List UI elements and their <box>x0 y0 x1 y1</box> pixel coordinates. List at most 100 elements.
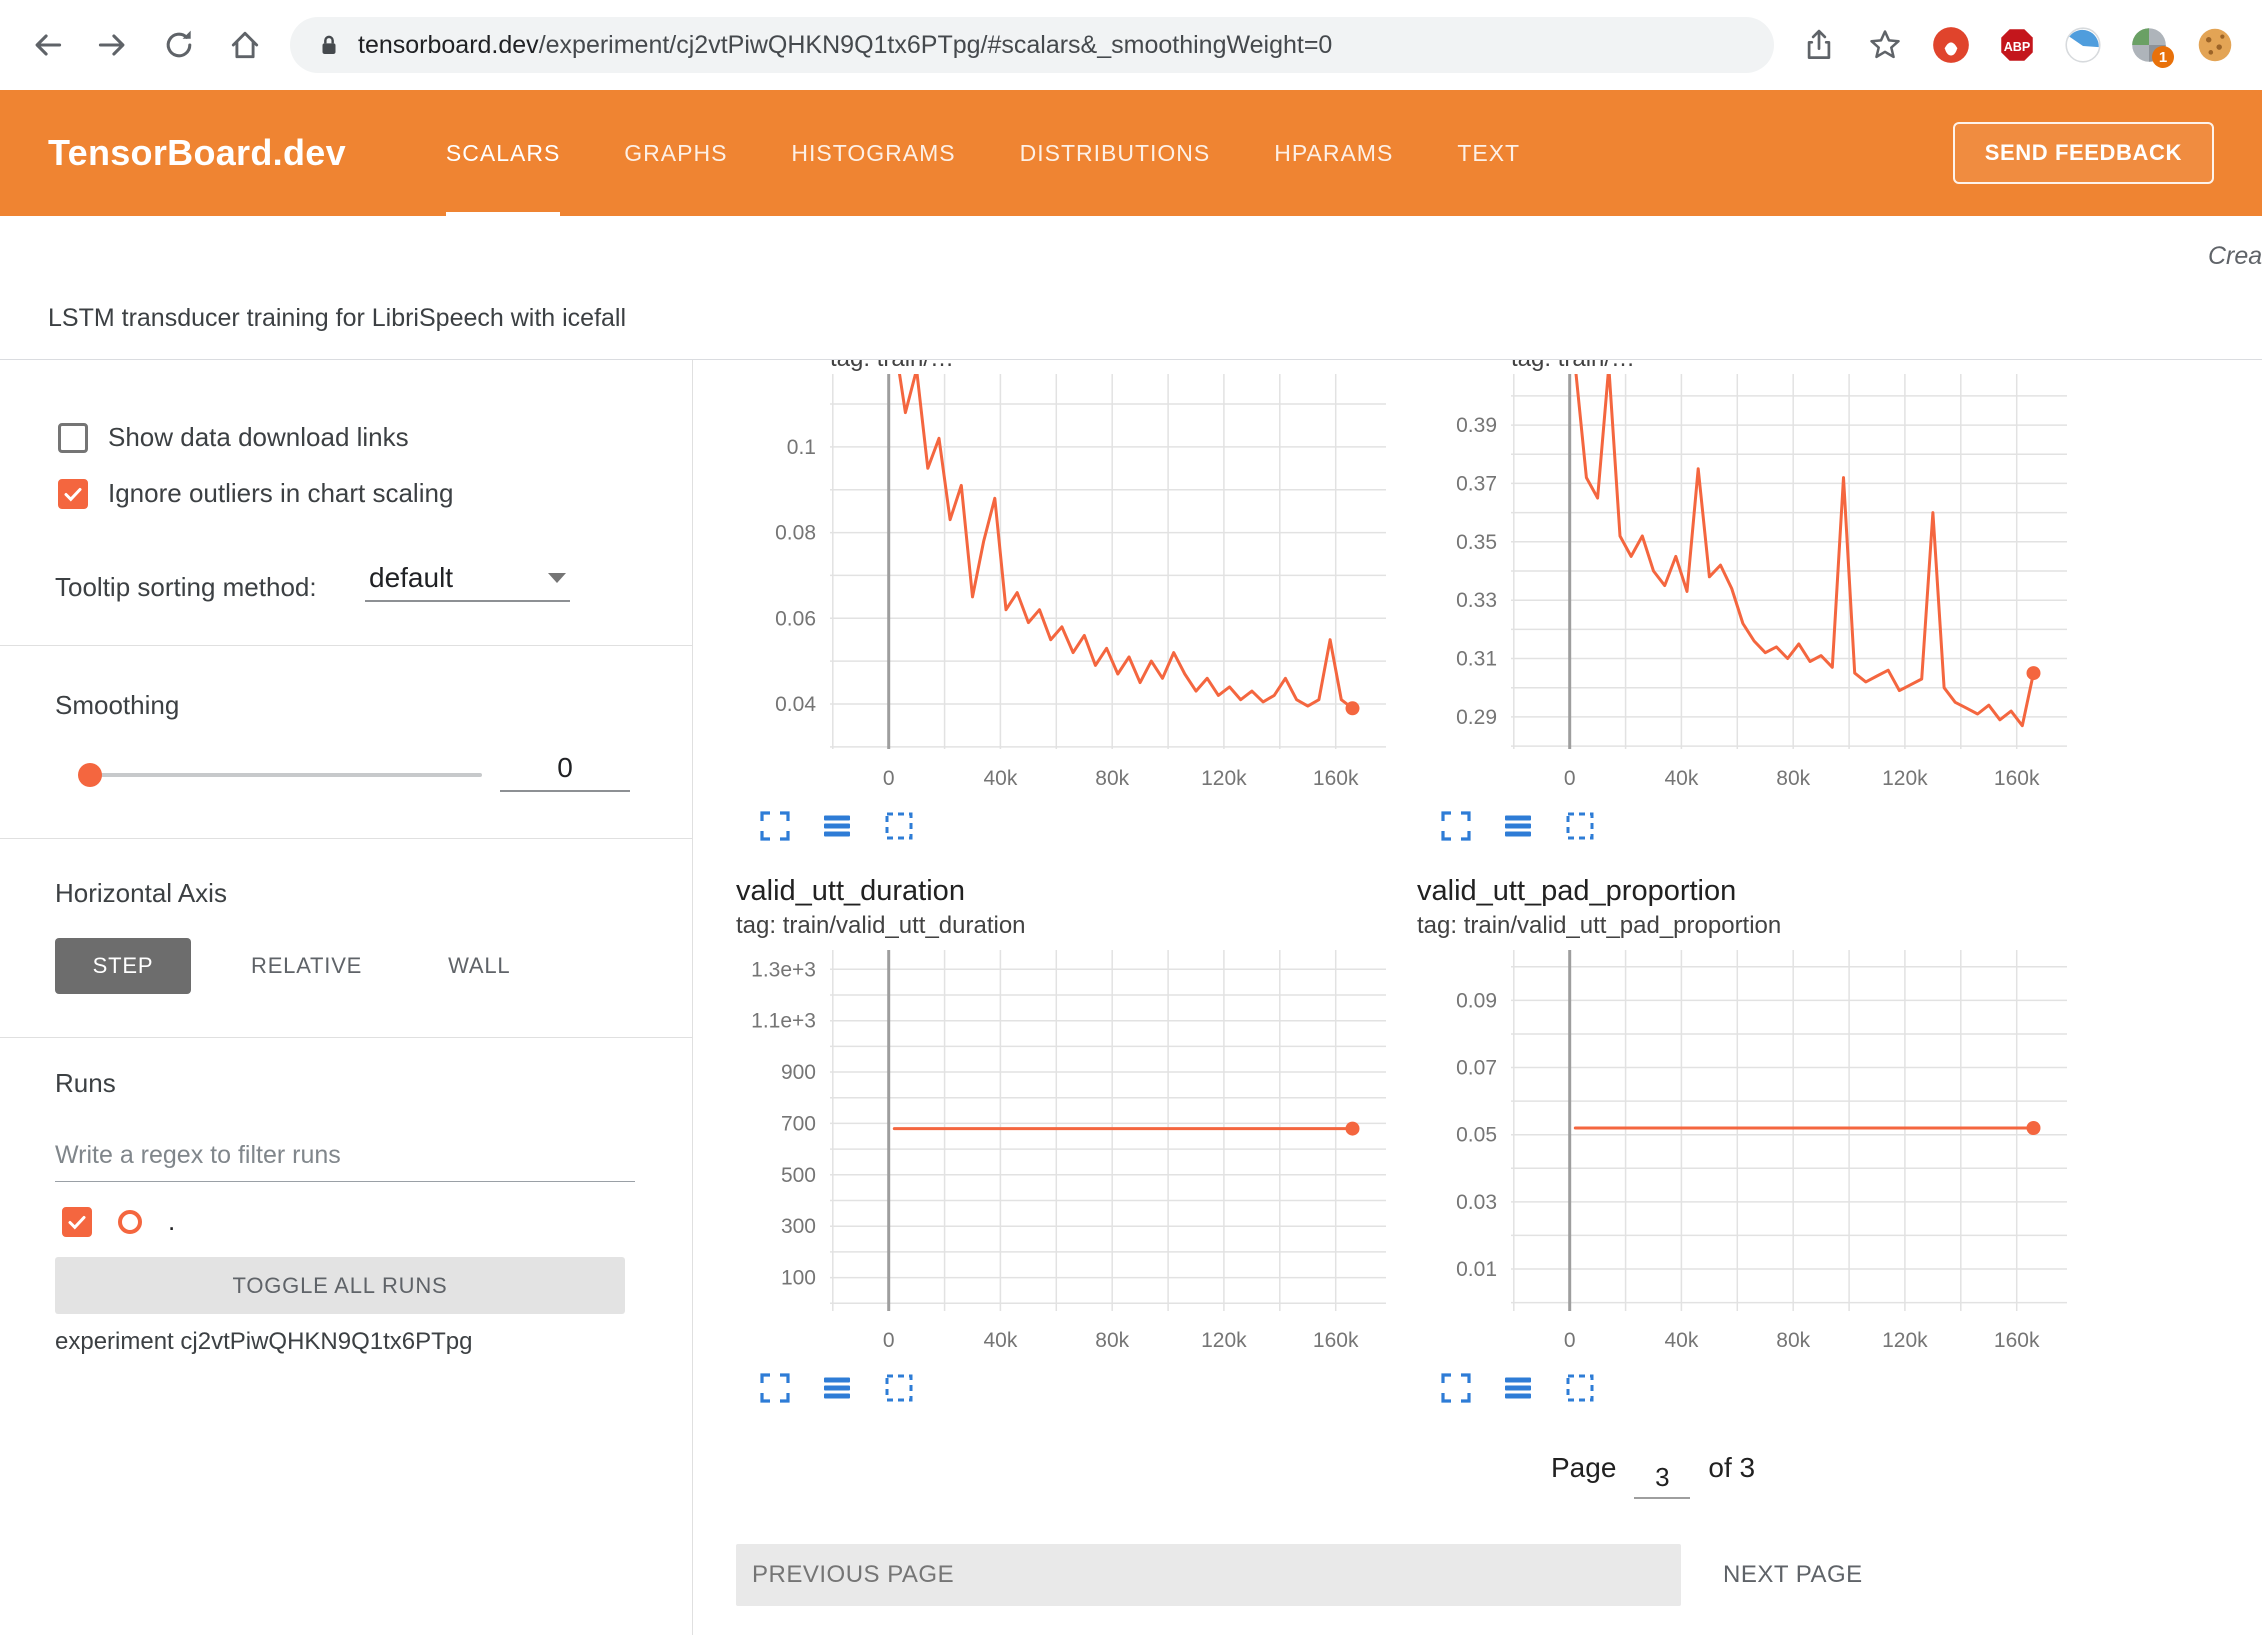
show-download-checkbox[interactable] <box>58 423 88 453</box>
show-download-label: Show data download links <box>108 422 409 453</box>
svg-text:0.09: 0.09 <box>1456 989 1497 1012</box>
chart-card-top-left: tag: train/… 0.10.080.060.04040k80k120k1… <box>730 360 1390 843</box>
fit-domain-icon[interactable] <box>882 809 916 843</box>
check-icon <box>61 482 85 506</box>
fullscreen-icon[interactable] <box>1439 809 1473 843</box>
tab-graphs[interactable]: GRAPHS <box>624 90 727 216</box>
next-page-button[interactable]: NEXT PAGE <box>1703 1544 1883 1606</box>
svg-text:160k: 160k <box>1313 1329 1359 1352</box>
smoothing-slider-thumb[interactable] <box>78 763 102 787</box>
axis-step-button[interactable]: STEP <box>55 938 191 994</box>
svg-text:0.1: 0.1 <box>787 436 816 459</box>
runs-label: Runs <box>55 1068 116 1099</box>
toggle-all-runs-button[interactable]: TOGGLE ALL RUNS <box>55 1257 625 1314</box>
runs-filter-input[interactable] <box>55 1130 635 1182</box>
tab-hparams[interactable]: HPARAMS <box>1274 90 1393 216</box>
svg-text:0: 0 <box>1564 767 1576 790</box>
smoothing-label: Smoothing <box>55 690 179 721</box>
svg-text:120k: 120k <box>1201 1329 1247 1352</box>
address-bar[interactable]: tensorboard.dev/experiment/cj2vtPiwQHKN9… <box>290 17 1774 73</box>
fullscreen-icon[interactable] <box>758 809 792 843</box>
chart-plot[interactable]: 0.090.070.050.030.01040k80k120k160k <box>1411 950 2071 1357</box>
reload-button[interactable] <box>158 24 200 66</box>
show-download-row: Show data download links <box>58 422 409 453</box>
svg-text:160k: 160k <box>1994 1329 2040 1352</box>
extension-badge: 1 <box>2152 46 2174 68</box>
fit-domain-icon[interactable] <box>1563 1371 1597 1405</box>
svg-text:40k: 40k <box>983 1329 1017 1352</box>
svg-text:100: 100 <box>781 1267 816 1290</box>
svg-text:0.01: 0.01 <box>1456 1258 1497 1281</box>
svg-text:40k: 40k <box>983 767 1017 790</box>
check-icon <box>65 1210 89 1234</box>
svg-text:120k: 120k <box>1201 767 1247 790</box>
page-label: Page <box>1551 1452 1616 1484</box>
divider <box>0 1037 693 1038</box>
chart-toolbar <box>1439 809 2071 843</box>
chart-plot[interactable]: 0.390.370.350.330.310.29040k80k120k160k <box>1411 374 2071 795</box>
tab-distributions[interactable]: DISTRIBUTIONS <box>1020 90 1211 216</box>
svg-text:0.08: 0.08 <box>775 522 816 545</box>
horizontal-axis-label: Horizontal Axis <box>55 878 227 909</box>
svg-text:0.33: 0.33 <box>1456 589 1497 612</box>
fit-domain-icon[interactable] <box>1563 809 1597 843</box>
fit-domain-icon[interactable] <box>882 1371 916 1405</box>
svg-text:0.03: 0.03 <box>1456 1191 1497 1214</box>
svg-text:700: 700 <box>781 1112 816 1135</box>
runs-menu-icon[interactable] <box>1501 1371 1535 1405</box>
back-button[interactable] <box>26 24 68 66</box>
tab-scalars[interactable]: SCALARS <box>446 90 560 216</box>
smoothing-slider[interactable] <box>82 773 482 777</box>
svg-text:0.07: 0.07 <box>1456 1057 1497 1080</box>
abp-extension-icon[interactable]: ABP <box>1996 24 2038 66</box>
app-header: TensorBoard.dev SCALARS GRAPHS HISTOGRAM… <box>0 90 2262 216</box>
chart-tag-clipped: tag: train/… <box>730 360 1390 374</box>
cookie-extension-icon[interactable] <box>2194 24 2236 66</box>
runs-menu-icon[interactable] <box>820 1371 854 1405</box>
tab-text[interactable]: TEXT <box>1457 90 1520 216</box>
axis-wall-button[interactable]: WALL <box>422 938 536 994</box>
svg-text:160k: 160k <box>1313 767 1359 790</box>
bookmark-button[interactable] <box>1864 24 1906 66</box>
svg-text:0.31: 0.31 <box>1456 648 1497 671</box>
svg-text:0.39: 0.39 <box>1456 414 1497 437</box>
runs-menu-icon[interactable] <box>820 809 854 843</box>
send-feedback-button[interactable]: SEND FEEDBACK <box>1953 122 2214 184</box>
fullscreen-icon[interactable] <box>758 1371 792 1405</box>
svg-text:120k: 120k <box>1882 767 1928 790</box>
axis-relative-button[interactable]: RELATIVE <box>225 938 388 994</box>
tooltip-sorting-select[interactable]: default <box>365 560 570 602</box>
profile-extension-icon[interactable]: 1 <box>2128 24 2170 66</box>
reload-icon <box>161 27 197 63</box>
blue-extension-icon[interactable] <box>2062 24 2104 66</box>
smoothing-value-input[interactable]: 0 <box>500 752 630 792</box>
chevron-down-icon <box>548 573 566 583</box>
svg-text:120k: 120k <box>1882 1329 1928 1352</box>
forward-button[interactable] <box>92 24 134 66</box>
ignore-outliers-row: Ignore outliers in chart scaling <box>58 478 453 509</box>
adblock-extension-icon[interactable] <box>1930 24 1972 66</box>
tab-histograms[interactable]: HISTOGRAMS <box>791 90 955 216</box>
run-checkbox[interactable] <box>62 1207 92 1237</box>
app-logo: TensorBoard.dev <box>48 132 346 174</box>
chart-card-valid-utt-pad-proportion: valid_utt_pad_proportion tag: train/vali… <box>1411 875 2071 1405</box>
chart-plot[interactable]: 1.3e+31.1e+3900700500300100040k80k120k16… <box>730 950 1390 1357</box>
share-button[interactable] <box>1798 24 1840 66</box>
ignore-outliers-checkbox[interactable] <box>58 479 88 509</box>
previous-page-button[interactable]: PREVIOUS PAGE <box>736 1544 1681 1606</box>
ignore-outliers-label: Ignore outliers in chart scaling <box>108 478 453 509</box>
runs-menu-icon[interactable] <box>1501 809 1535 843</box>
tooltip-sorting-label: Tooltip sorting method: <box>55 572 317 602</box>
chart-plot[interactable]: 0.10.080.060.04040k80k120k160k <box>730 374 1390 795</box>
tooltip-sorting-value: default <box>369 562 453 594</box>
page-number-input[interactable] <box>1634 1462 1690 1499</box>
tooltip-sorting-row: Tooltip sorting method: <box>55 572 317 603</box>
run-color-swatch-icon <box>118 1210 142 1234</box>
fullscreen-icon[interactable] <box>1439 1371 1473 1405</box>
horizontal-axis-buttons: STEP RELATIVE WALL <box>55 938 536 994</box>
home-button[interactable] <box>224 24 266 66</box>
created-text-clipped: Crea <box>2208 242 2262 271</box>
run-name: . <box>168 1206 175 1237</box>
forward-arrow-icon <box>95 27 131 63</box>
experiment-info-bar: Crea LSTM transducer training for LibriS… <box>0 216 2262 360</box>
